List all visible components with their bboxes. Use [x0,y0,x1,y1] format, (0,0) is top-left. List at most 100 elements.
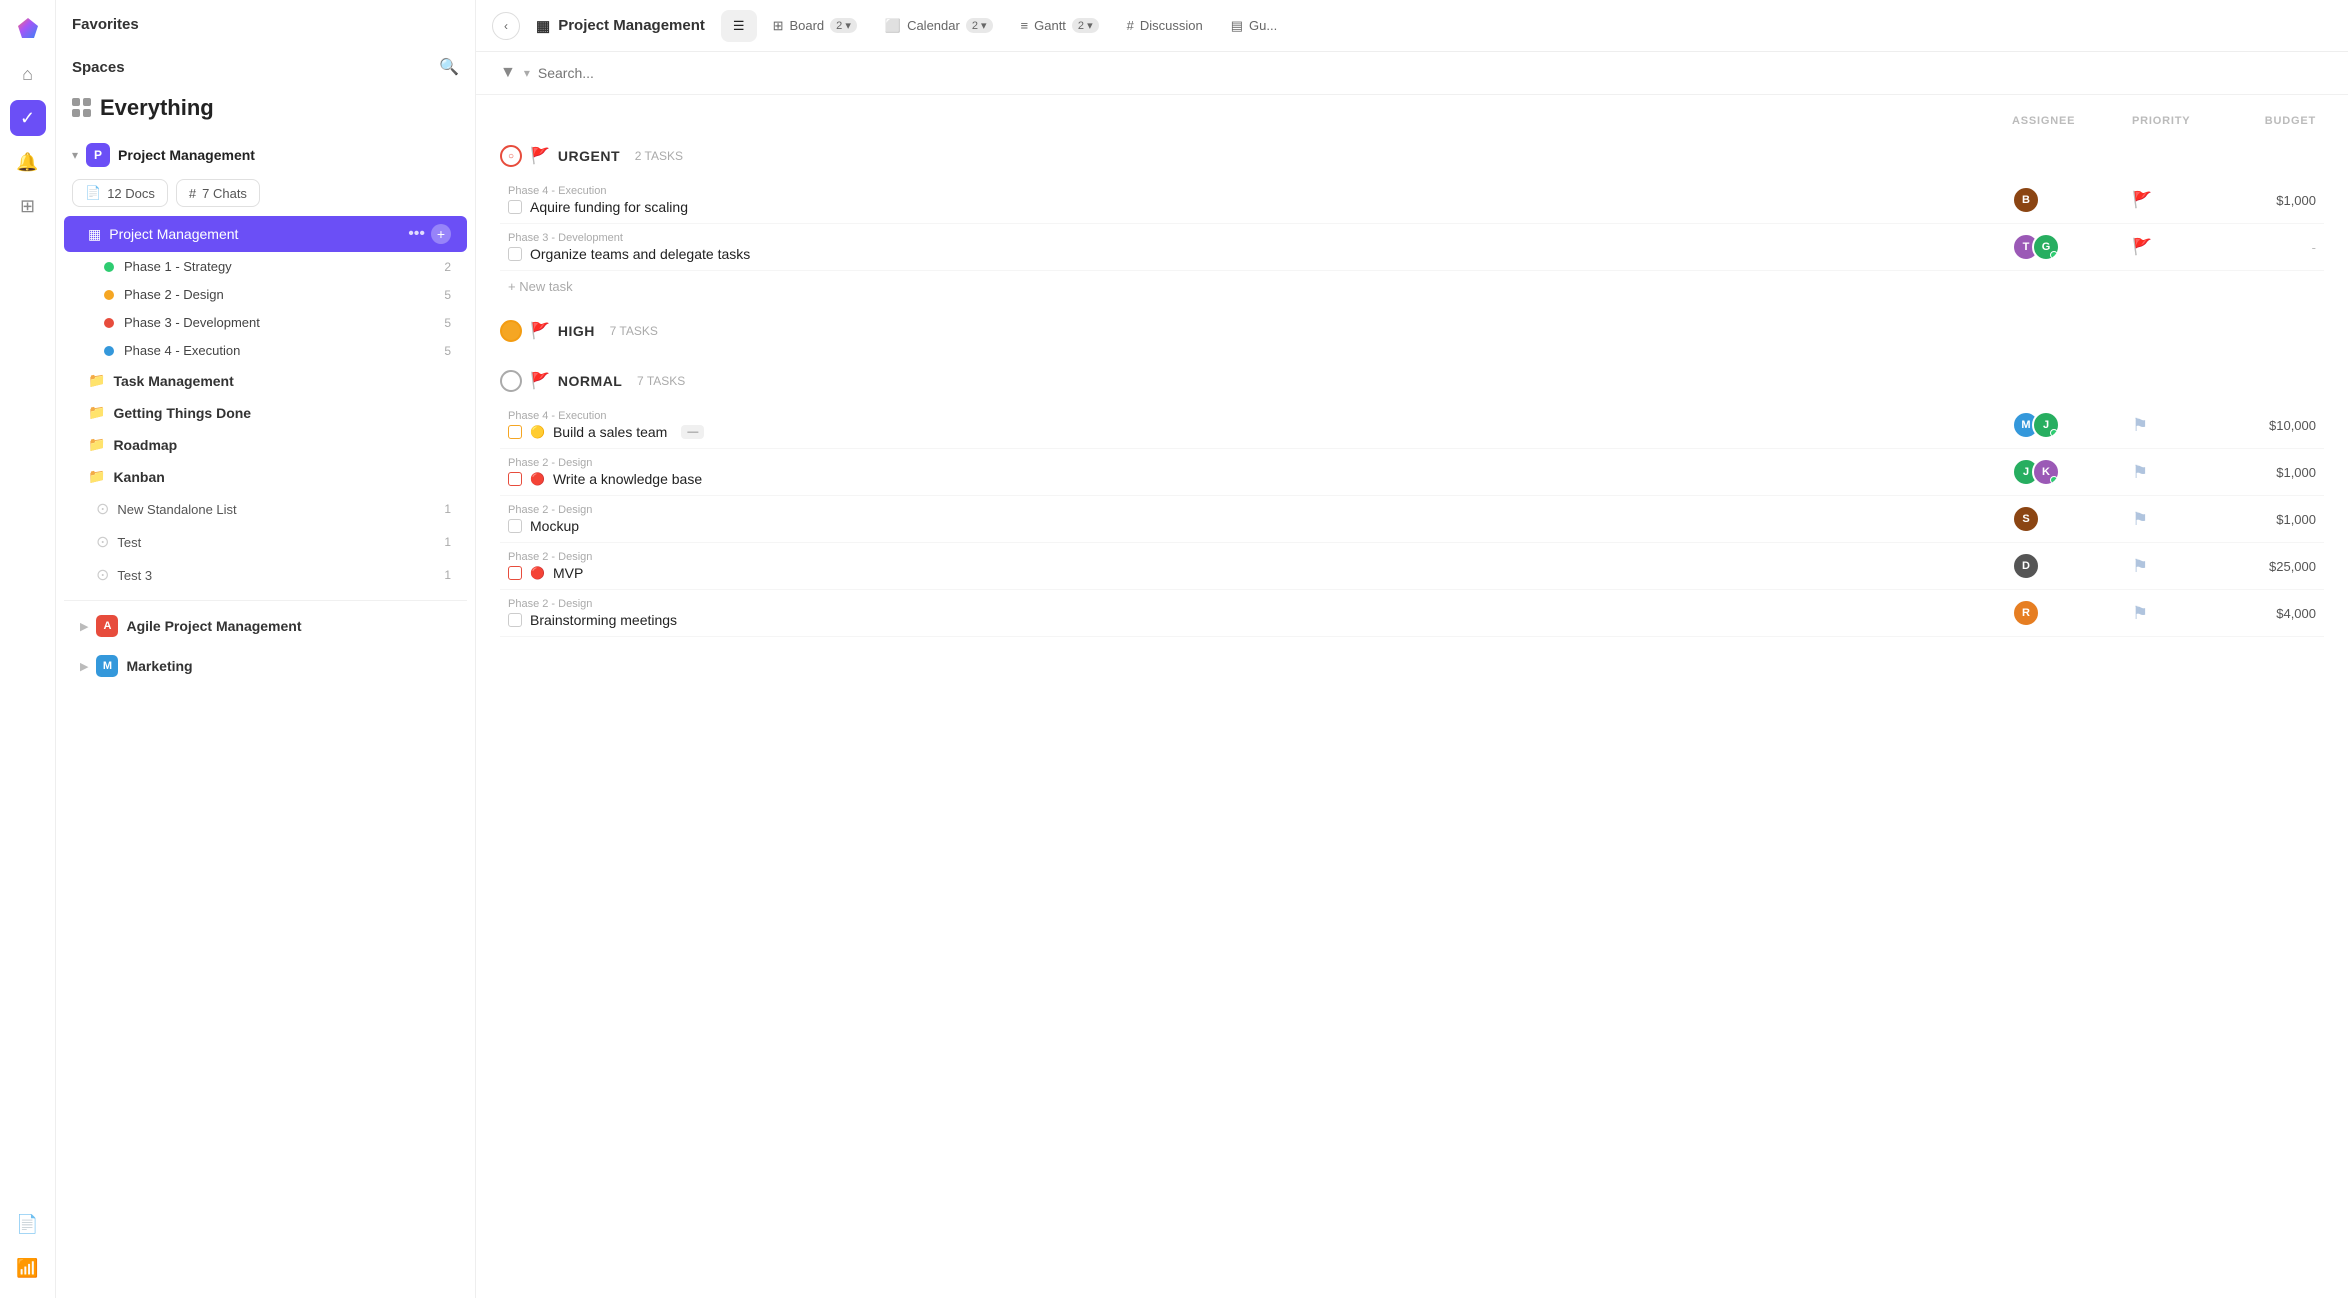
spaces-search-icon[interactable]: 🔍 [439,57,459,77]
folders-list: 📁 Task Management 📁 Getting Things Done … [56,365,475,492]
priority-header[interactable]: ○ 🚩 URGENT 2 TASKS [500,135,2324,177]
standalone-item[interactable]: ⊙ Test 3 1 [64,559,467,591]
priority-header[interactable]: 🚩 HIGH 7 TASKS [500,310,2324,352]
phase-count: 5 [444,288,451,302]
task-priority-flag: ⚑ [2132,556,2148,577]
filter-dropdown-icon[interactable]: ▾ [524,66,530,80]
priority-circle-normal[interactable] [500,370,522,392]
app-logo [10,12,46,48]
avatar-stack: R [2012,599,2040,627]
nav-title[interactable]: ▦ Project Management [524,9,717,43]
task-row[interactable]: Phase 3 - DevelopmentOrganize teams and … [500,224,2324,271]
folder-item[interactable]: 📁 Roadmap [64,429,467,460]
priority-col-header: PRIORITY [2124,115,2224,127]
tab-gu[interactable]: ▤ Gu... [1219,10,1289,42]
space-name-label: Project Management [118,147,459,163]
docs-button[interactable]: 📄 12 Docs [72,179,168,207]
standalone-item[interactable]: ⊙ New Standalone List 1 [64,493,467,525]
task-name: 🔴MVP [508,565,1996,581]
task-checkbox[interactable] [508,247,522,261]
task-priority-flag: ⚑ [2132,415,2148,436]
priority-circle-high[interactable] [500,320,522,342]
budget-cell: $25,000 [2224,559,2324,574]
task-row[interactable]: Phase 2 - DesignMockupS⚑$1,000 [500,496,2324,543]
tasks-icon[interactable]: ✓ [10,100,46,136]
other-space-name: Agile Project Management [126,618,301,634]
priority-circle-urgent[interactable]: ○ [500,145,522,167]
calendar-tab-label: Calendar [907,18,960,33]
folder-item[interactable]: 📁 Getting Things Done [64,397,467,428]
task-checkbox[interactable] [508,425,522,439]
bell-icon[interactable]: 🔔 [10,144,46,180]
task-checkbox[interactable] [508,472,522,486]
avatar: J [2032,411,2060,439]
status-in-progress-icon: 🟡 [530,425,545,439]
tab-list[interactable]: ☰ [721,10,757,42]
phase-item[interactable]: Phase 4 - Execution 5 [64,337,467,364]
tab-board[interactable]: ⊞ Board 2 ▾ [761,10,869,42]
tab-calendar[interactable]: ⬜ Calendar 2 ▾ [873,10,1005,42]
budget-cell: $1,000 [2224,512,2324,527]
grid-icon[interactable]: ⊞ [10,188,46,224]
task-row[interactable]: Phase 2 - Design🔴Write a knowledge baseJ… [500,449,2324,496]
everything-item[interactable]: Everything [56,85,475,131]
phase-count: 5 [444,344,451,358]
task-row[interactable]: Phase 4 - ExecutionAquire funding for sc… [500,177,2324,224]
filter-icon[interactable]: ▼ [500,64,516,82]
collapse-sidebar-button[interactable]: ‹ [492,12,520,40]
everything-icon [72,98,92,118]
phase-count: 2 [444,260,451,274]
new-task-button[interactable]: + New task [500,271,2324,302]
list-item-project-management[interactable]: ▦ Project Management ••• + [64,216,467,252]
task-checkbox[interactable] [508,613,522,627]
folder-item[interactable]: 📁 Task Management [64,365,467,396]
task-checkbox[interactable] [508,566,522,580]
search-input[interactable] [538,65,2324,81]
chats-button[interactable]: # 7 Chats [176,179,260,207]
phase-item[interactable]: Phase 3 - Development 5 [64,309,467,336]
favorites-label: Favorites [72,16,139,33]
assignee-col-header: ASSIGNEE [2004,115,2124,127]
phase-name: Phase 3 - Development [124,315,444,330]
standalone-icon: ⊙ [96,565,109,585]
list-folder-icon: ▦ [88,226,101,243]
task-name-text: Organize teams and delegate tasks [530,246,750,262]
home-icon[interactable]: ⌂ [10,56,46,92]
other-spaces: ▶ A Agile Project Management ▶ M Marketi… [56,605,475,687]
avatar: K [2032,458,2060,486]
other-space-icon: A [96,615,118,637]
other-space-chevron: ▶ [80,620,88,633]
doc-icon[interactable]: 📄 [10,1206,46,1242]
folder-icon: 📁 [88,372,105,389]
phase-item[interactable]: Phase 2 - Design 5 [64,281,467,308]
other-space-item[interactable]: ▶ M Marketing [64,647,467,685]
task-row[interactable]: Phase 4 - Execution🟡Build a sales team—M… [500,402,2324,449]
task-checkbox[interactable] [508,519,522,533]
discussion-tab-label: Discussion [1140,18,1203,33]
priority-cell: 🚩 [2124,190,2224,210]
task-checkbox[interactable] [508,200,522,214]
task-priority-flag: 🚩 [2132,190,2152,210]
space-project-header[interactable]: ▾ P Project Management [56,135,475,175]
phase-count: 5 [444,316,451,330]
priority-header[interactable]: 🚩 NORMAL 7 TASKS [500,360,2324,402]
signal-icon[interactable]: 📶 [10,1250,46,1286]
task-row[interactable]: Phase 2 - DesignBrainstorming meetingsR⚑… [500,590,2324,637]
task-cell: Phase 3 - DevelopmentOrganize teams and … [500,232,2004,262]
task-phase: Phase 2 - Design [508,504,1996,516]
online-indicator [2050,251,2058,259]
task-row[interactable]: Phase 2 - Design🔴MVPD⚑$25,000 [500,543,2324,590]
phase-item[interactable]: Phase 1 - Strategy 2 [64,253,467,280]
avatar-stack: TG [2012,233,2060,261]
board-tab-badge: 2 ▾ [830,18,857,33]
tab-gantt[interactable]: ≡ Gantt 2 ▾ [1009,10,1111,41]
gantt-tab-icon: ≡ [1021,18,1029,33]
avatar-stack: MJ [2012,411,2060,439]
standalone-item[interactable]: ⊙ Test 1 [64,526,467,558]
tab-discussion[interactable]: # Discussion [1115,10,1215,41]
folder-item[interactable]: 📁 Kanban [64,461,467,492]
task-name: Organize teams and delegate tasks [508,246,1996,262]
list-more-button[interactable]: ••• [406,223,427,245]
list-add-button[interactable]: + [431,224,451,244]
other-space-item[interactable]: ▶ A Agile Project Management [64,607,467,645]
